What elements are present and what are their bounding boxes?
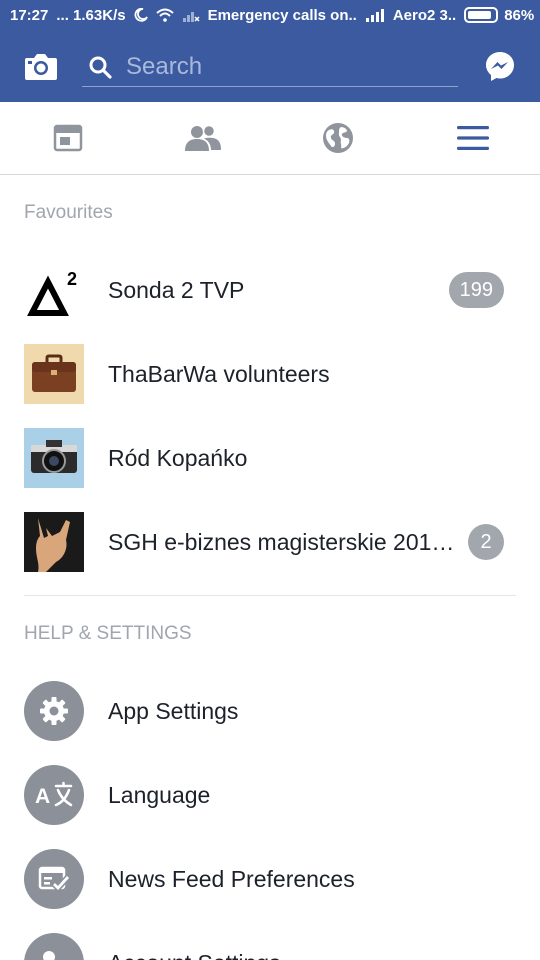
wifi-icon <box>155 8 174 22</box>
tab-notifications[interactable] <box>270 102 405 174</box>
tab-bar <box>0 102 540 175</box>
status-network-speed: ... 1.63K/s <box>56 6 126 24</box>
search-bar[interactable] <box>82 47 458 87</box>
app-header <box>0 30 540 102</box>
favourite-item-sgh[interactable]: SGH e-biznes magisterskie 201… 2 <box>0 500 540 584</box>
menu-item-news-feed-preferences[interactable]: News Feed Preferences <box>0 837 540 921</box>
signal-icon <box>365 8 385 22</box>
battery-icon <box>464 7 499 23</box>
news-feed-icon <box>53 124 82 152</box>
friends-icon <box>184 124 221 151</box>
status-carrier: Aero2 3.. <box>392 6 457 24</box>
camera-photo-thumbnail <box>24 428 84 488</box>
signal-off-icon <box>182 8 200 22</box>
favourites-title: Favourites <box>24 202 113 223</box>
favourite-label: Sonda 2 TVP <box>108 276 245 303</box>
status-right: Aero2 3.. 86% <box>365 7 534 24</box>
notification-badge: 199 <box>448 272 504 308</box>
status-carrier-message: Emergency calls on.. <box>207 6 357 24</box>
svg-text:A: A <box>35 785 50 808</box>
tab-friends[interactable] <box>135 102 270 174</box>
search-icon <box>89 56 112 79</box>
svg-text:2: 2 <box>67 269 77 289</box>
status-bar: 17:27 ... 1.63K/s Emergency calls on.. A… <box>0 0 540 30</box>
tab-news-feed[interactable] <box>0 102 135 174</box>
favourite-label: ThaBarWa volunteers <box>108 360 330 387</box>
moon-icon <box>134 8 148 22</box>
help-settings-title: HELP & SETTINGS <box>24 623 192 644</box>
menu-item-label: Language <box>108 781 211 808</box>
search-input[interactable] <box>126 52 426 81</box>
menu-item-label: App Settings <box>108 697 239 724</box>
menu-item-language[interactable]: A Language <box>0 753 540 837</box>
menu-item-app-settings[interactable]: App Settings <box>0 669 540 753</box>
favourite-label: Ród Kopańko <box>108 444 248 471</box>
account-settings-icon <box>24 933 84 960</box>
status-time: 17:27 <box>10 6 49 24</box>
globe-icon <box>322 123 353 153</box>
messenger-icon[interactable] <box>484 50 516 82</box>
favourite-item-sonda[interactable]: 2 Sonda 2 TVP 199 <box>0 248 540 332</box>
menu-content: Favourites 2 Sonda 2 TVP 199 ThaBarWa vo… <box>0 175 540 960</box>
favourite-item-rod-kopanko[interactable]: Ród Kopańko <box>0 416 540 500</box>
news-feed-preferences-icon <box>24 849 84 909</box>
notification-badge: 2 <box>468 524 504 560</box>
favourite-label: SGH e-biznes magisterskie 201… <box>108 528 455 555</box>
screen: 17:27 ... 1.63K/s Emergency calls on.. A… <box>0 0 540 960</box>
camera-icon[interactable] <box>24 51 58 81</box>
briefcase-thumbnail <box>24 344 84 404</box>
status-battery-text: 86% <box>504 6 535 24</box>
section-divider <box>24 595 516 596</box>
tab-menu[interactable] <box>405 102 540 174</box>
menu-item-label: Account Settings <box>108 950 281 960</box>
rock-hand-thumbnail <box>24 512 84 572</box>
menu-item-label: News Feed Preferences <box>108 865 355 892</box>
favourite-item-thabarwa[interactable]: ThaBarWa volunteers <box>0 332 540 416</box>
sonda-logo-thumbnail: 2 <box>24 260 84 320</box>
menu-icon <box>456 126 489 150</box>
menu-item-account-settings[interactable]: Account Settings <box>0 921 540 960</box>
translate-icon: A <box>24 765 84 825</box>
gear-icon <box>24 681 84 741</box>
